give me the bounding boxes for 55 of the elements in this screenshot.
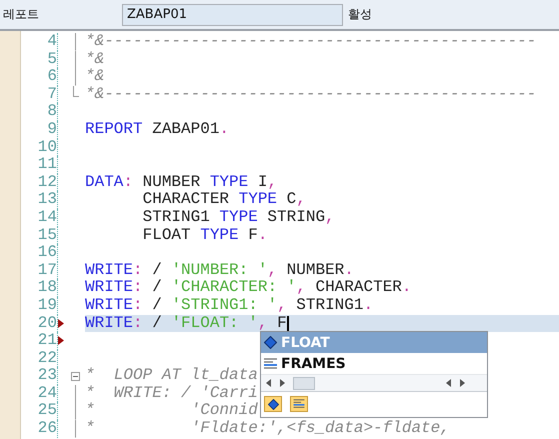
line-number: 17	[21, 262, 58, 280]
line-number: 26	[21, 420, 58, 438]
line-number: 15	[21, 226, 58, 244]
line-number: 23	[21, 367, 58, 385]
code-line: *&	[85, 50, 104, 68]
line-number: 12	[21, 174, 58, 192]
line-number: 7	[21, 86, 58, 104]
code-line: STRING1 TYPE STRING,	[142, 208, 335, 227]
list-icon	[264, 358, 277, 370]
scroll-right-icon[interactable]	[280, 379, 284, 387]
line-number: 14	[21, 208, 58, 227]
code-line: WRITE: / 'STRING1: ', STRING1.	[85, 296, 374, 314]
line-number: 4	[21, 33, 58, 51]
collapse-icon[interactable]	[71, 372, 80, 381]
line-number: 16	[21, 244, 58, 262]
code-line: DATA: NUMBER TYPE I,	[85, 174, 278, 192]
program-field[interactable]: ZABAP01	[122, 4, 343, 26]
line-number: 11	[21, 156, 58, 174]
code-line: CHARACTER TYPE C,	[142, 191, 306, 209]
line-number: 18	[21, 279, 58, 297]
code-line: *&---------------------------------------------	[85, 33, 536, 51]
line-number: 25	[21, 402, 58, 420]
diamond-icon	[268, 398, 278, 410]
line-number: 10	[21, 138, 58, 156]
code-line: REPORT ZABAP01.	[85, 120, 230, 139]
code-line: *&	[85, 68, 104, 86]
scroll-left-icon[interactable]	[266, 379, 270, 387]
code-line: WRITE: / 'FLOAT: ', F	[85, 314, 287, 332]
line-number: 24	[21, 384, 58, 402]
completion-item[interactable]: FRAMES	[261, 353, 487, 374]
code-line: * LOOP AT lt_data	[85, 367, 258, 385]
scroll-thumb[interactable]	[293, 376, 315, 390]
report-label: 레포트	[3, 6, 40, 23]
line-number: 13	[21, 191, 58, 209]
variable-filter-button[interactable]	[264, 396, 282, 412]
code-line: * 'Fldate:',<fs_data>-fldate,	[85, 420, 450, 438]
code-line: * WRITE: / 'Carri	[85, 384, 258, 402]
status-text: 활성	[348, 6, 372, 23]
code-line: WRITE: / 'CHARACTER: ', CHARACTER.	[85, 279, 412, 297]
scroll-left-icon[interactable]	[446, 379, 450, 387]
code-line: FLOAT TYPE F.	[142, 226, 268, 244]
line-number: 8	[21, 103, 58, 121]
code-line: WRITE: / 'NUMBER: ', NUMBER.	[85, 262, 354, 279]
line-number: 19	[21, 296, 58, 314]
scrollbar[interactable]	[261, 374, 487, 391]
scroll-right-icon[interactable]	[460, 379, 464, 387]
list-icon	[293, 399, 305, 409]
line-number: 5	[21, 50, 58, 68]
line-number: 9	[21, 120, 58, 139]
line-number: 6	[21, 68, 58, 86]
line-number: 22	[21, 350, 58, 368]
code-line: * 'Connid	[85, 402, 258, 420]
code-line: *&---------------------------------------------	[85, 86, 536, 104]
structure-filter-button[interactable]	[290, 396, 308, 412]
diamond-icon	[264, 336, 277, 349]
